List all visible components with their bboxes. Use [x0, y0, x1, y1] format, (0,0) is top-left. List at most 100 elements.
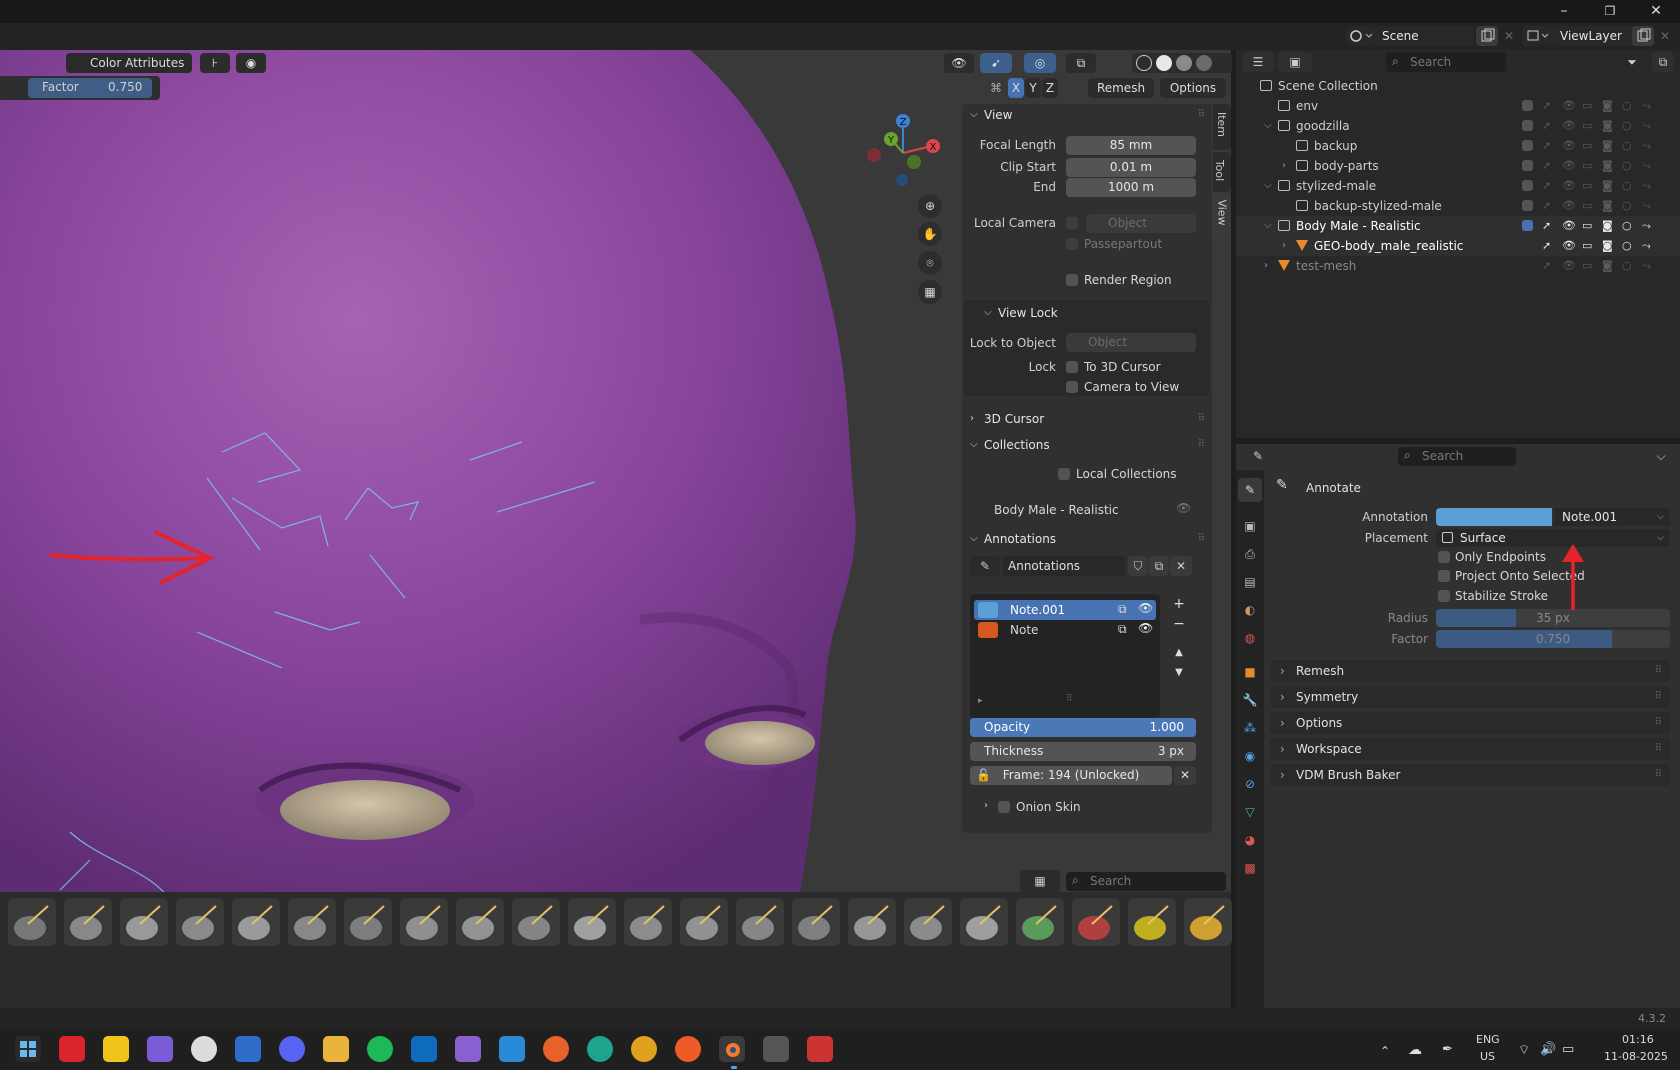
eye-icon[interactable]: 👁: [1562, 156, 1576, 176]
indirect-icon[interactable]: ⤳: [1642, 196, 1651, 216]
select-arrow-icon[interactable]: ➚: [1542, 96, 1551, 116]
delete-scene-icon[interactable]: ✕: [1500, 26, 1518, 46]
output-properties-icon[interactable]: ⎙: [1238, 542, 1262, 566]
exclude-checkbox[interactable]: [1522, 160, 1533, 171]
indirect-icon[interactable]: ⤳: [1642, 116, 1651, 136]
firefox-icon[interactable]: [543, 1036, 569, 1062]
view-section-header[interactable]: ⌵ View ⠿: [962, 104, 1212, 126]
new-scene-icon[interactable]: [1476, 26, 1498, 46]
brush-thumbnail[interactable]: [960, 898, 1008, 946]
exclude-checkbox[interactable]: [1522, 220, 1533, 231]
drag-grip-icon[interactable]: ⠿: [1655, 712, 1662, 734]
properties-editor-type-icon[interactable]: ✎: [1242, 446, 1274, 466]
render-camera-icon[interactable]: ◙: [1602, 156, 1613, 176]
filter-icon[interactable]: ⏷: [1616, 52, 1648, 72]
overlays-toggle-icon[interactable]: ◎: [1024, 53, 1056, 73]
solid-shading-icon[interactable]: [1156, 55, 1172, 71]
exclude-checkbox[interactable]: [1522, 140, 1533, 151]
remesh-dropdown[interactable]: Remesh: [1088, 78, 1154, 98]
drag-grip-icon[interactable]: ⠿: [1655, 764, 1662, 786]
app-icon-red[interactable]: [59, 1036, 85, 1062]
eye-icon[interactable]: 👁: [1562, 216, 1576, 236]
collection-eye-icon[interactable]: 👁: [1176, 501, 1191, 515]
material-icon[interactable]: ◕: [1238, 828, 1262, 852]
panel-header-options[interactable]: › Options ⠿: [1270, 712, 1670, 734]
onion-skin-checkbox[interactable]: [998, 801, 1010, 813]
viewport-monitor-icon[interactable]: ▭: [1582, 236, 1592, 256]
copilot-icon[interactable]: [147, 1036, 173, 1062]
spotify-icon[interactable]: [367, 1036, 393, 1062]
collapse-chevron-icon[interactable]: ⌵: [1264, 216, 1272, 236]
eye-icon[interactable]: 👁: [1562, 196, 1576, 216]
modifier-wrench-icon[interactable]: 🔧: [1238, 688, 1262, 712]
project-onto-selected-checkbox[interactable]: [1438, 570, 1450, 582]
tab-view[interactable]: View: [1213, 194, 1231, 236]
render-camera-icon[interactable]: ◙: [1602, 116, 1613, 136]
close-window-button[interactable]: ✕: [1633, 0, 1679, 23]
render-camera-icon[interactable]: ◙: [1602, 136, 1613, 156]
eye-icon[interactable]: 👁: [1562, 116, 1576, 136]
powershell-icon[interactable]: [235, 1036, 261, 1062]
eye-icon[interactable]: 👁: [1562, 96, 1576, 116]
indirect-icon[interactable]: ⤳: [1642, 156, 1651, 176]
layer-color-swatch[interactable]: [978, 622, 998, 638]
render-camera-icon[interactable]: ◙: [1602, 96, 1613, 116]
outliner-row[interactable]: ⌵ stylized-male ➚ 👁 ▭ ◙ ○ ⤳: [1236, 176, 1680, 196]
factor-header-field[interactable]: Factor 0.750: [0, 76, 160, 100]
holdout-icon[interactable]: ○: [1622, 256, 1632, 276]
annotation-datablock-icon[interactable]: ✎: [970, 556, 1000, 576]
holdout-icon[interactable]: ○: [1622, 236, 1632, 256]
outliner-row[interactable]: › body-parts ➚ 👁 ▭ ◙ ○ ⤳: [1236, 156, 1680, 176]
holdout-icon[interactable]: ○: [1622, 216, 1632, 236]
tab-item[interactable]: Item: [1213, 104, 1231, 150]
viewport-monitor-icon[interactable]: ▭: [1582, 136, 1592, 156]
exclude-checkbox[interactable]: [1522, 180, 1533, 191]
local-camera-checkbox[interactable]: [1066, 217, 1078, 229]
unlink-close-icon[interactable]: ✕: [1170, 556, 1192, 576]
thickness-field[interactable]: Thickness 3 px: [970, 742, 1196, 761]
render-camera-icon[interactable]: ◙: [1602, 216, 1613, 236]
view-layer-properties-icon[interactable]: ▤: [1238, 570, 1262, 594]
clock-time[interactable]: 01:16: [1622, 1033, 1654, 1046]
local-camera-object-field[interactable]: Object: [1086, 214, 1196, 233]
outliner-row[interactable]: backup ➚ 👁 ▭ ◙ ○ ⤳: [1236, 136, 1680, 156]
material-shading-icon[interactable]: [1176, 55, 1192, 71]
indirect-icon[interactable]: ⤳: [1642, 176, 1651, 196]
frame-lock-field[interactable]: 🔓 Frame: 194 (Unlocked): [970, 766, 1172, 785]
indirect-icon[interactable]: ⤳: [1642, 136, 1651, 156]
select-arrow-icon[interactable]: ➚: [1542, 196, 1551, 216]
vscode-icon[interactable]: [499, 1036, 525, 1062]
visibility-dropdown-icon[interactable]: 👁: [944, 53, 974, 73]
new-collection-icon[interactable]: ⧉: [1652, 52, 1674, 72]
outliner-row[interactable]: Scene Collection: [1236, 76, 1680, 96]
viewlayer-name-field[interactable]: ViewLayer: [1552, 26, 1640, 46]
brush-thumbnail[interactable]: [1128, 898, 1176, 946]
annotation-color-swatch[interactable]: [1436, 508, 1552, 526]
render-camera-icon[interactable]: ◙: [1602, 256, 1613, 276]
gimp-icon[interactable]: [763, 1036, 789, 1062]
holdout-icon[interactable]: ○: [1622, 156, 1632, 176]
color-attributes-dropdown[interactable]: Color Attributes: [66, 53, 192, 73]
pen-menu-icon[interactable]: ✒: [1442, 1042, 1453, 1057]
onedrive-cloud-icon[interactable]: ☁: [1408, 1042, 1422, 1058]
discord-icon[interactable]: [279, 1036, 305, 1062]
layer-visibility-eye-icon[interactable]: 👁: [1138, 621, 1153, 635]
local-collections-checkbox[interactable]: [1058, 468, 1070, 480]
brush-thumbnail[interactable]: [624, 898, 672, 946]
stroke-method-dropdown-icon[interactable]: ◉: [236, 53, 266, 73]
list-filter-toggle-icon[interactable]: ▸: [978, 696, 983, 706]
annotation-layer-dropdown[interactable]: Note.001 ⌵: [1554, 508, 1670, 526]
ortho-grid-icon[interactable]: ▦: [918, 280, 942, 304]
panel-header-remesh[interactable]: › Remesh ⠿: [1270, 660, 1670, 682]
select-arrow-icon[interactable]: ➚: [1542, 236, 1551, 256]
clock-date[interactable]: 11-08-2025: [1604, 1050, 1668, 1063]
lock-to-object-field[interactable]: Object: [1066, 333, 1196, 352]
3d-cursor-section-header[interactable]: › 3D Cursor ⠿: [962, 408, 1212, 430]
panel-header-vdm-brush-baker[interactable]: › VDM Brush Baker ⠿: [1270, 764, 1670, 786]
options-dropdown[interactable]: Options: [1160, 78, 1226, 98]
render-camera-icon[interactable]: ◙: [1602, 176, 1613, 196]
pen-app-icon[interactable]: [675, 1036, 701, 1062]
clock-app-icon[interactable]: [191, 1036, 217, 1062]
outliner-row[interactable]: ⌵ Body Male - Realistic ➚ 👁 ▭ ◙ ○ ⤳: [1236, 216, 1680, 236]
falloff-dropdown-icon[interactable]: ⊦: [200, 53, 230, 73]
